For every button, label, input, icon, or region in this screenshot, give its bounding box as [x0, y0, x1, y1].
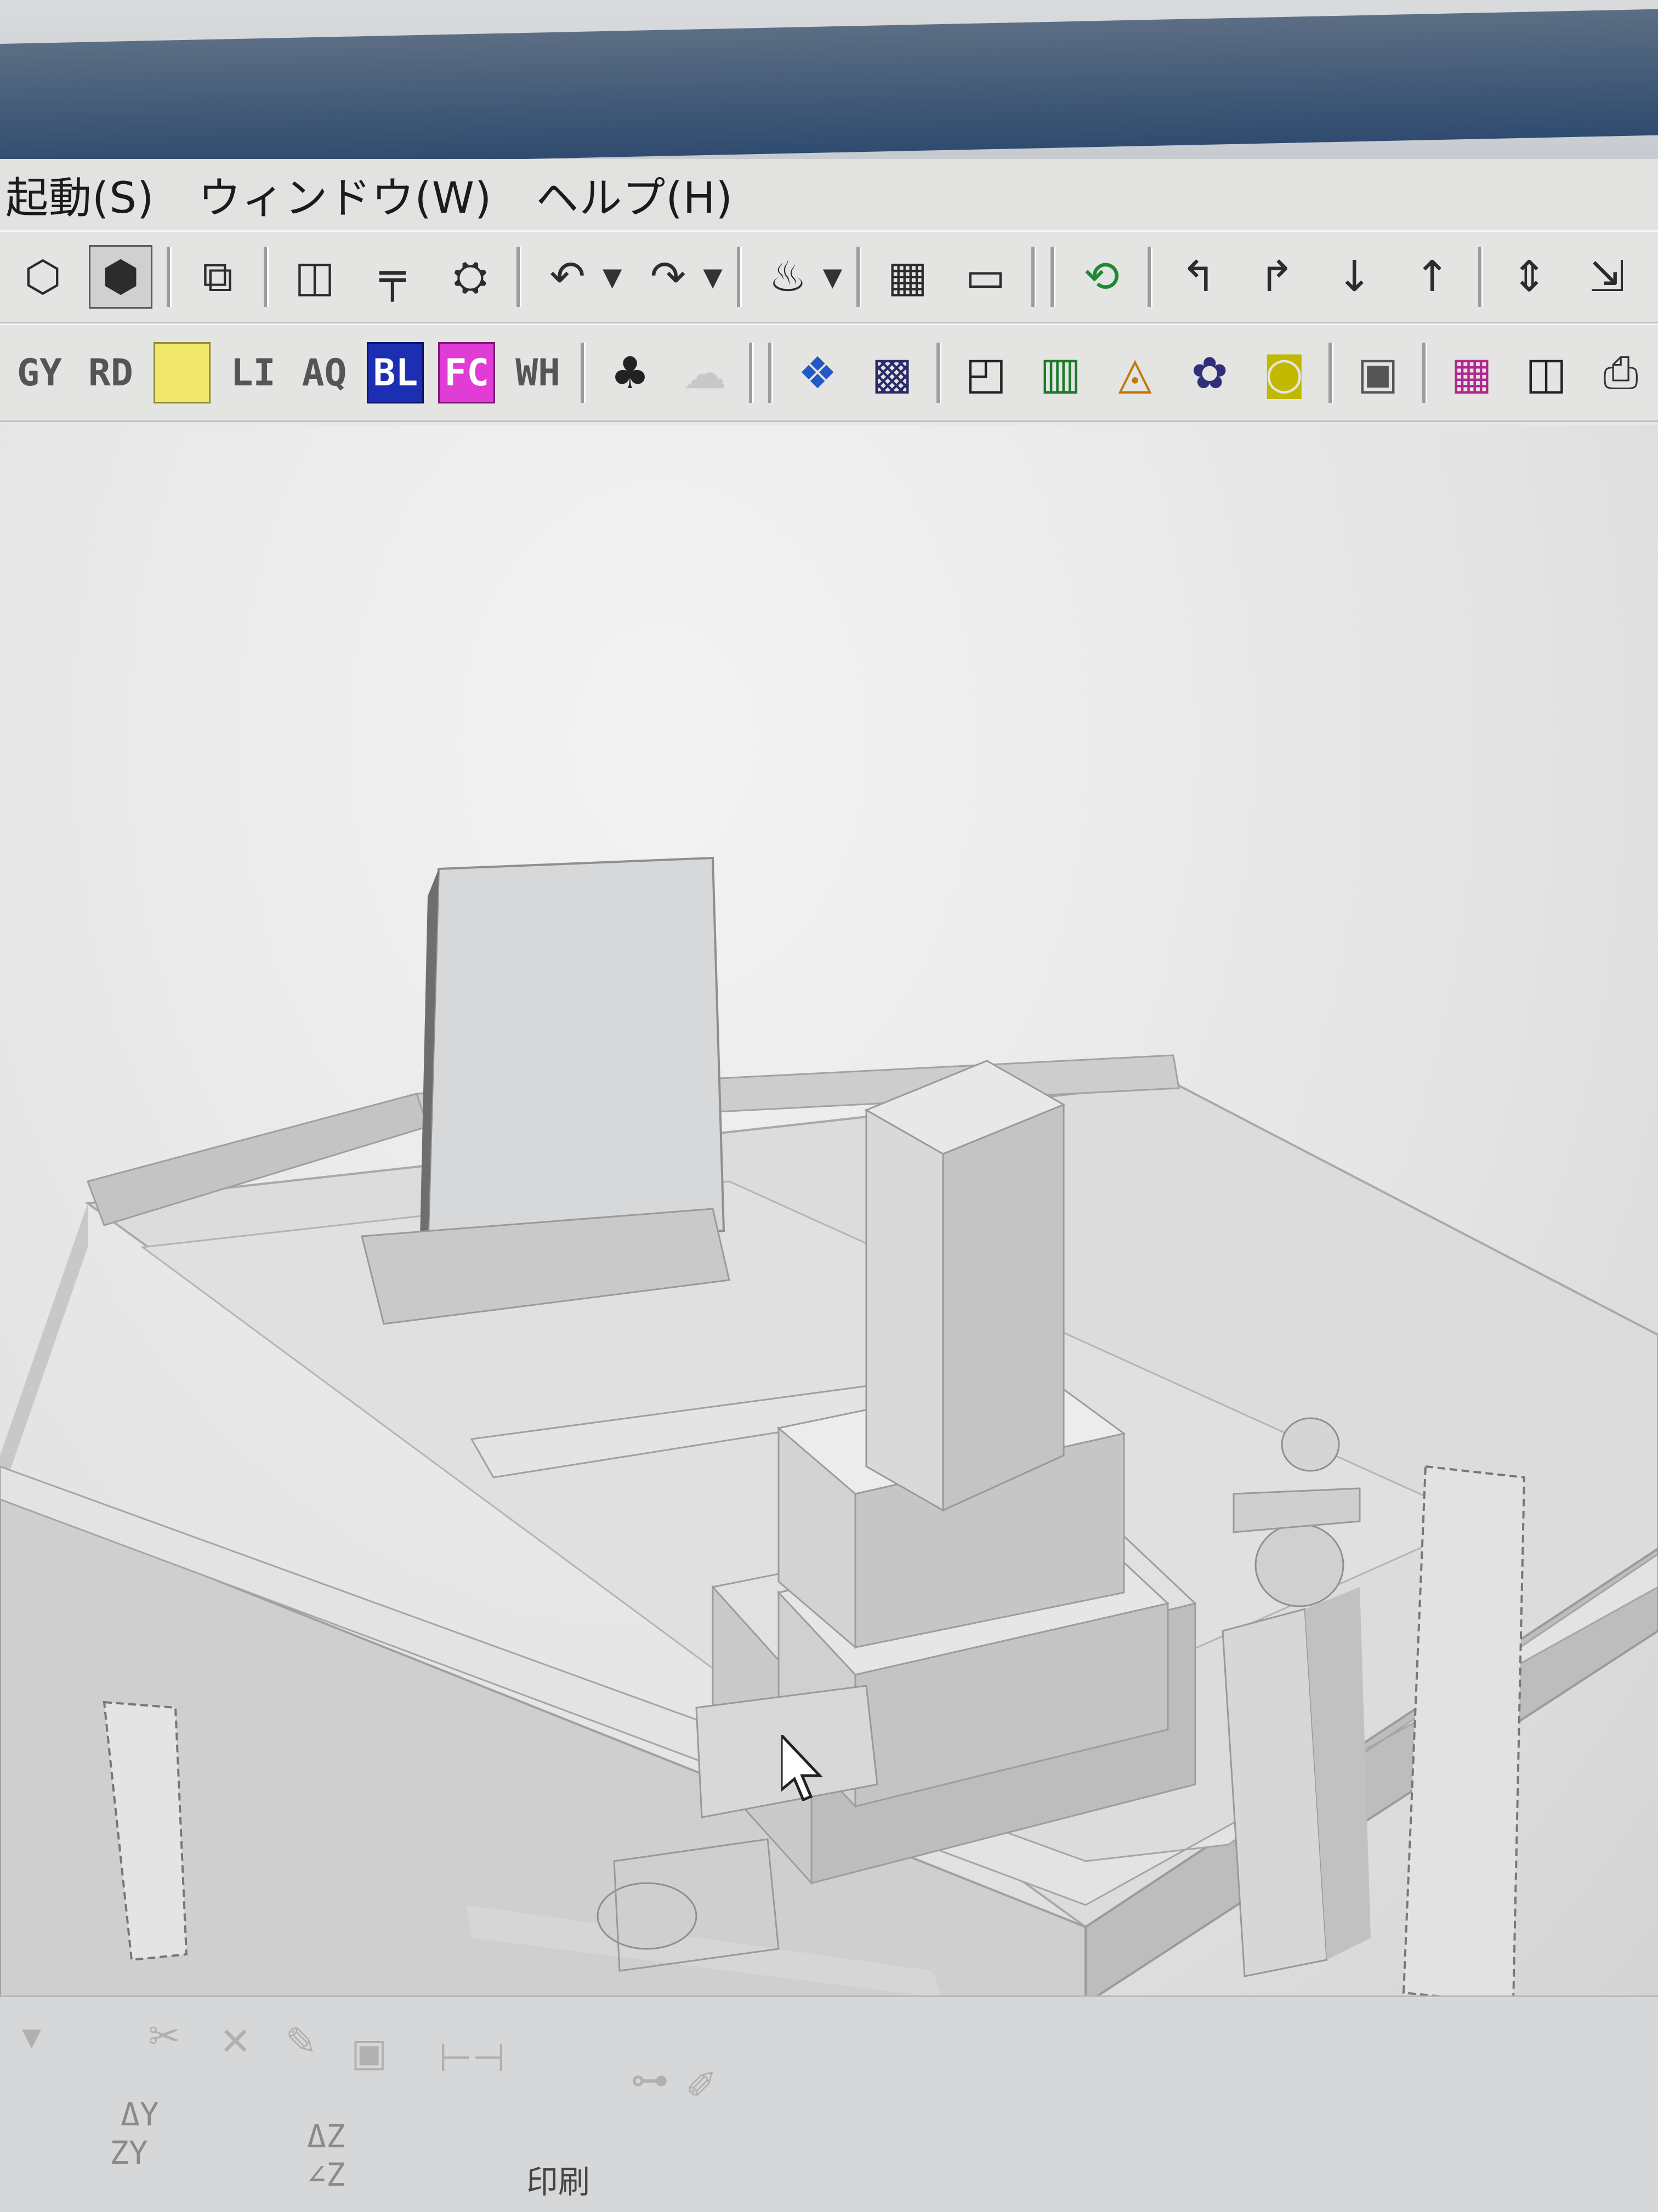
snap-icon[interactable]: ▾	[22, 2014, 41, 2059]
parts-library-icon[interactable]: ▥	[1030, 343, 1091, 403]
frame-icon[interactable]: ▣	[351, 2030, 387, 2075]
toolbar-separator	[1148, 247, 1153, 307]
undo-dropdown-icon[interactable]: ▼	[603, 262, 622, 292]
toolbar-separator	[167, 247, 172, 307]
lantern-icon[interactable]: ◬	[1105, 343, 1165, 403]
rotate-icon[interactable]: ⟲	[1070, 245, 1133, 309]
grid-layout-icon[interactable]: ▦	[1441, 343, 1502, 403]
dimension-icon[interactable]: ⊢⊣	[439, 2035, 506, 2080]
view-chip-aq[interactable]: AQ	[296, 342, 353, 403]
toolbar-separator	[1422, 343, 1428, 403]
main-toolbar: ⬡ ⬢ ⧉ ◫ ╤ ⛭ ↶ ▼ ↷ ▼ ♨ ▼ ▦ ▭ ⟲ ↰ ↱ ↓ ↑ ⇕ …	[0, 230, 1658, 323]
measure-icon[interactable]: ⊶	[631, 2057, 669, 2102]
menu-start[interactable]: 起動(S)	[5, 164, 154, 225]
light-icon[interactable]: ♨	[756, 245, 820, 309]
edit-part-icon[interactable]: ◫	[283, 245, 347, 309]
toolbar-separator	[736, 247, 742, 307]
lantern-lower-bulb	[1254, 1523, 1344, 1607]
toolbar-separator	[749, 343, 754, 403]
cut-icon[interactable]: ✂	[148, 2014, 180, 2059]
part-settings-icon[interactable]: ⛭	[439, 245, 502, 309]
view-chip-bl[interactable]: BL	[367, 342, 424, 403]
3d-viewport[interactable]	[0, 425, 1658, 2004]
menu-bar: 起動(S) ウィンドウ(W) ヘルプ(H)	[0, 159, 1658, 230]
hidden-view-icon[interactable]: ╤	[361, 245, 424, 309]
view-chip-fc[interactable]: FC	[438, 342, 496, 403]
base-slab-left	[0, 1203, 88, 1499]
toolbar-separator	[516, 247, 521, 307]
view-chip-yl[interactable]: YL	[153, 342, 211, 403]
toolbar-separator	[936, 343, 942, 403]
lantern-upper-bulb	[1281, 1417, 1340, 1472]
move-up-icon[interactable]: ↑	[1400, 245, 1464, 309]
view-chip-li[interactable]: LI	[225, 342, 282, 403]
delta-z-label: ΔZ	[307, 2118, 345, 2155]
copy-icon[interactable]: ⧉	[186, 245, 249, 309]
paste-icon[interactable]: ◙	[1254, 343, 1314, 403]
delete-icon[interactable]: ✕	[219, 2019, 252, 2064]
toolbar-separator	[1031, 247, 1037, 307]
turn-right-icon[interactable]: ↱	[1245, 245, 1308, 309]
toolbar-separator	[264, 247, 269, 307]
toolbar-separator	[1478, 247, 1484, 307]
menu-window[interactable]: ウィンドウ(W)	[198, 164, 492, 225]
toolbar-separator	[1328, 343, 1334, 403]
redo-icon[interactable]: ↷	[636, 245, 700, 309]
delta-y-label: ΔY	[121, 2096, 159, 2133]
offering-holder	[597, 1882, 697, 1950]
photo-icon[interactable]: ▣	[1348, 343, 1408, 403]
light-dropdown-icon[interactable]: ▼	[823, 262, 842, 292]
print-icon[interactable]: ⎙	[1591, 343, 1651, 403]
render-disabled-icon: ☁	[683, 347, 727, 399]
box-icon[interactable]: ◰	[956, 343, 1016, 403]
render-icon[interactable]: ♣	[600, 343, 660, 403]
grave-model	[0, 856, 1658, 2004]
pillar-right	[942, 1103, 1065, 1512]
dual-view-icon[interactable]: ▭	[953, 245, 1017, 309]
pen-icon[interactable]: ✐	[685, 2063, 718, 2108]
back-stele-face	[426, 856, 725, 1254]
align-vertical-icon[interactable]: ⇕	[1497, 245, 1561, 309]
view-chip-gy[interactable]: GY	[11, 342, 68, 403]
group-icon[interactable]: ✿	[1179, 343, 1240, 403]
menu-help[interactable]: ヘルプ(H)	[536, 164, 733, 225]
wireframe-view-icon[interactable]: ⬡	[11, 245, 75, 309]
layout-icon[interactable]: ▦	[876, 245, 939, 309]
view-chip-wh[interactable]: WH	[509, 342, 566, 403]
status-bar: ▾ ✂ ✕ ✎ ▣ ⊢⊣ ⊶ ✐ ΔY ZY ΔZ ∠Z 印刷	[0, 1995, 1658, 2212]
toolbar-separator	[1051, 247, 1056, 307]
book-icon[interactable]: ◫	[1516, 343, 1576, 403]
redo-dropdown-icon[interactable]: ▼	[703, 262, 722, 292]
mouse-cursor-icon	[781, 1735, 823, 1801]
texture-icon[interactable]: ▩	[862, 343, 922, 403]
view-chip-rd[interactable]: RD	[82, 342, 139, 403]
material-icon[interactable]: ❖	[787, 343, 848, 403]
toolbar-separator	[768, 343, 774, 403]
view-toolbar: GY RD YL LI AQ BL FC WH ♣ ☁ ❖ ▩ ◰ ▥ ◬ ✿ …	[0, 323, 1658, 422]
toolbar-separator	[856, 247, 862, 307]
z-y-label: ZY	[110, 2134, 148, 2171]
solid-view-icon[interactable]: ⬢	[89, 245, 152, 309]
toolbar-separator	[581, 343, 586, 403]
angle-z-label: ∠Z	[307, 2156, 345, 2193]
pillar-front	[865, 1108, 944, 1512]
edit-icon[interactable]: ✎	[285, 2019, 317, 2064]
print-label[interactable]: 印刷	[526, 2156, 590, 2202]
undo-icon[interactable]: ↶	[536, 245, 599, 309]
turn-left-icon[interactable]: ↰	[1167, 245, 1230, 309]
move-down-icon[interactable]: ↓	[1322, 245, 1386, 309]
scale-icon[interactable]: ⇲	[1575, 245, 1639, 309]
